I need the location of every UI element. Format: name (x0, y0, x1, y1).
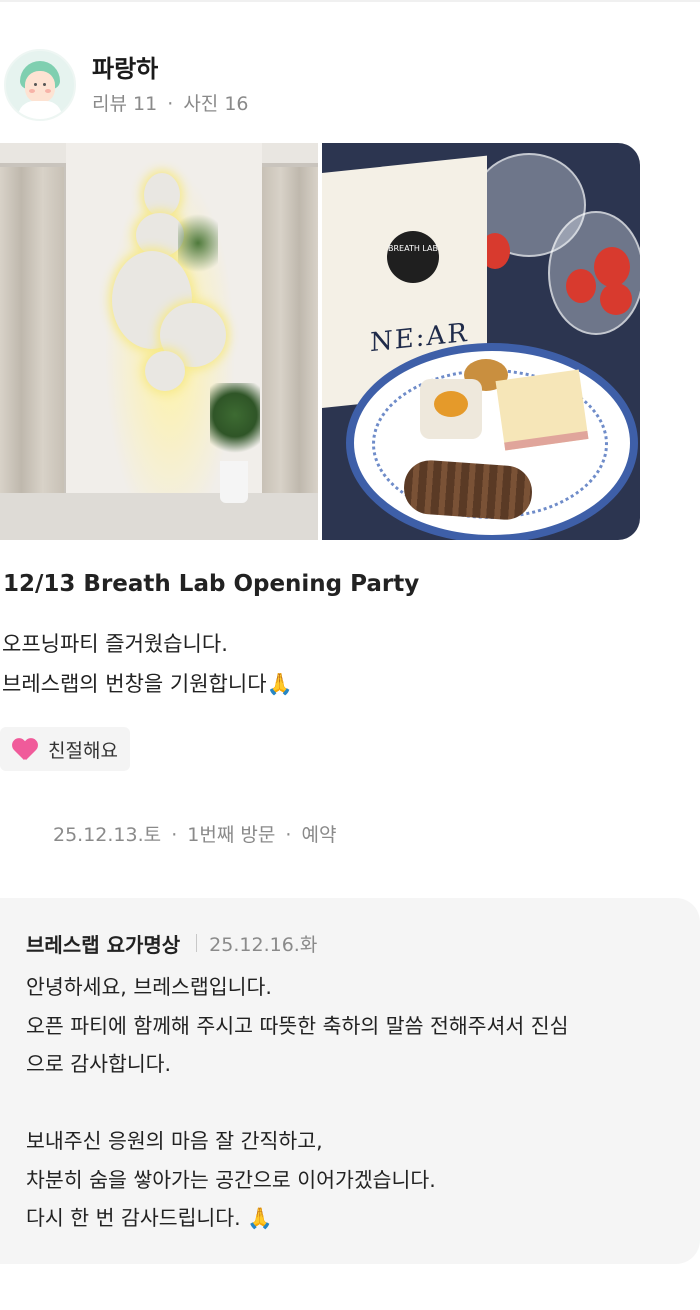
avatar-body (18, 101, 62, 119)
wall-art-stone (144, 173, 180, 217)
photo-count: 사진 16 (183, 93, 249, 115)
owner-reply-header: 브레스랩 요가명상 25.12.16.화 (26, 928, 317, 958)
strawberry (566, 269, 596, 303)
visit-count: 1번째 방문 (187, 824, 276, 846)
avatar-eye (34, 83, 37, 86)
reply-line: 으로 감사합니다. (26, 1052, 172, 1076)
avatar-eye (43, 83, 46, 86)
wall-art-stone (136, 213, 184, 257)
reply-line: 안녕하세요, 브레스랩입니다. (26, 975, 272, 999)
wall-art-stone (145, 351, 185, 391)
reply-line: 차분히 숨을 쌓아가는 공간으로 이어가겠습니다. (26, 1167, 436, 1192)
reply-line: 다시 한 번 감사드립니다. 🙏 (26, 1206, 273, 1230)
owner-name: 브레스랩 요가명상 (26, 932, 181, 957)
separator: · (171, 824, 178, 846)
separator: · (285, 824, 292, 846)
plant-pot (220, 461, 248, 503)
reply-line: 오픈 파티에 함께해 주시고 따뜻한 축하의 말씀 전해주셔서 진심 (26, 1013, 569, 1038)
avatar[interactable] (4, 49, 76, 121)
keyword-tag-label: 친절해요 (48, 739, 118, 762)
avatar-cheek (45, 89, 51, 93)
strawberry (600, 283, 632, 315)
floor (0, 493, 318, 540)
review-line: 오프닝파티 즐거웠습니다. (2, 632, 228, 656)
curtain (0, 167, 64, 497)
bag-logo: BREATH LAB (387, 231, 439, 283)
reviewer-profile[interactable]: 파랑하 리뷰 11 · 사진 16 (4, 48, 249, 122)
keyword-tag: 친절해요 (0, 727, 130, 771)
heart-icon (12, 736, 38, 762)
visit-info: 25.12.13.토 · 1번째 방문 · 예약 (53, 820, 336, 850)
review-photo-desserts[interactable]: BREATH LAB NE:AR (322, 143, 640, 540)
visit-date: 25.12.13.토 (53, 824, 162, 846)
top-divider (0, 0, 700, 2)
review-body[interactable]: 오프닝파티 즐거웠습니다. 브레스랩의 번창을 기원합니다🙏 (2, 624, 293, 704)
review-photo-interior[interactable] (0, 143, 318, 540)
review-photos: BREATH LAB NE:AR (0, 143, 640, 540)
plant (210, 383, 260, 463)
sandwich (495, 369, 589, 451)
owner-reply-body: 안녕하세요, 브레스랩입니다. 오픈 파티에 함께해 주시고 따뜻한 축하의 말… (26, 968, 569, 1238)
owner-reply-date: 25.12.16.화 (209, 933, 318, 956)
visit-type: 예약 (301, 824, 337, 846)
review-title: 12/13 Breath Lab Opening Party (3, 571, 420, 597)
reply-line (26, 1084, 569, 1123)
rice-roll-filling (434, 391, 468, 417)
reply-line: 보내주신 응원의 마음 잘 간직하고, (26, 1129, 323, 1153)
strawberry (594, 247, 630, 287)
divider (196, 934, 198, 952)
plant (178, 203, 218, 283)
reviewer-stats: 리뷰 11 · 사진 16 (92, 91, 249, 117)
reviewer-name[interactable]: 파랑하 (92, 53, 249, 85)
review-line: 브레스랩의 번창을 기원합니다🙏 (2, 672, 293, 696)
curtain (262, 167, 318, 497)
avatar-face (25, 71, 55, 103)
avatar-cheek (29, 89, 35, 93)
review-count: 리뷰 11 (92, 93, 158, 115)
separator: · (167, 93, 174, 115)
eclair (402, 458, 534, 522)
reviewer-info: 파랑하 리뷰 11 · 사진 16 (92, 53, 249, 117)
